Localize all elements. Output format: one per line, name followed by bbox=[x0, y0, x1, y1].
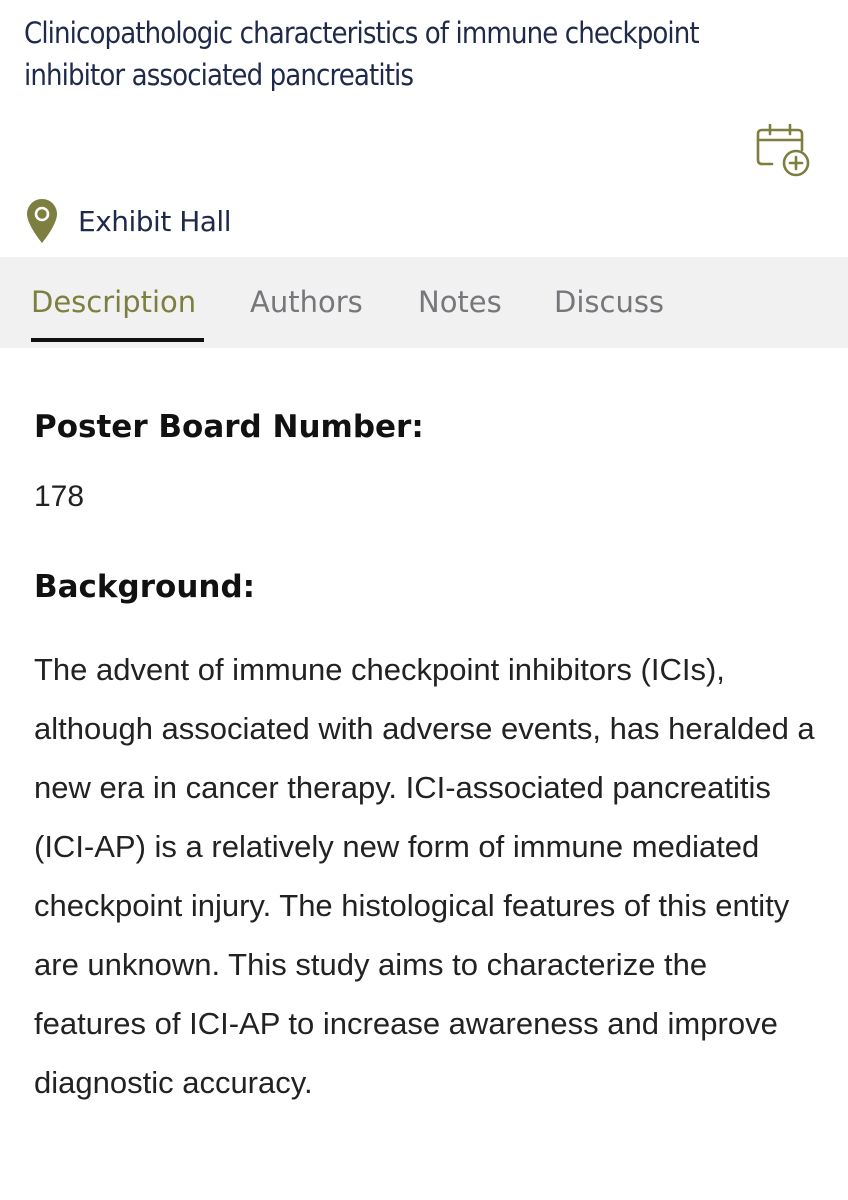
poster-board-heading: Poster Board Number: bbox=[34, 409, 424, 445]
poster-board-number: 178 bbox=[34, 480, 85, 513]
location-label: Exhibit Hall bbox=[78, 204, 232, 238]
active-tab-indicator bbox=[31, 338, 204, 342]
tab-notes[interactable]: Notes bbox=[418, 285, 502, 319]
background-text: The advent of immune checkpoint inhibito… bbox=[34, 652, 815, 1100]
tab-authors[interactable]: Authors bbox=[250, 285, 363, 319]
background-heading: Background: bbox=[34, 569, 256, 605]
tab-discuss[interactable]: Discuss bbox=[554, 285, 664, 319]
calendar-plus-icon bbox=[756, 123, 810, 177]
location-row[interactable]: Exhibit Hall bbox=[26, 196, 232, 246]
map-pin-icon bbox=[27, 199, 57, 243]
add-to-calendar-button[interactable] bbox=[752, 122, 816, 182]
tab-bar: Description Authors Notes Discuss bbox=[0, 257, 848, 348]
page-title: Clinicopathologic characteristics of imm… bbox=[24, 16, 700, 92]
tab-description[interactable]: Description bbox=[31, 285, 196, 319]
